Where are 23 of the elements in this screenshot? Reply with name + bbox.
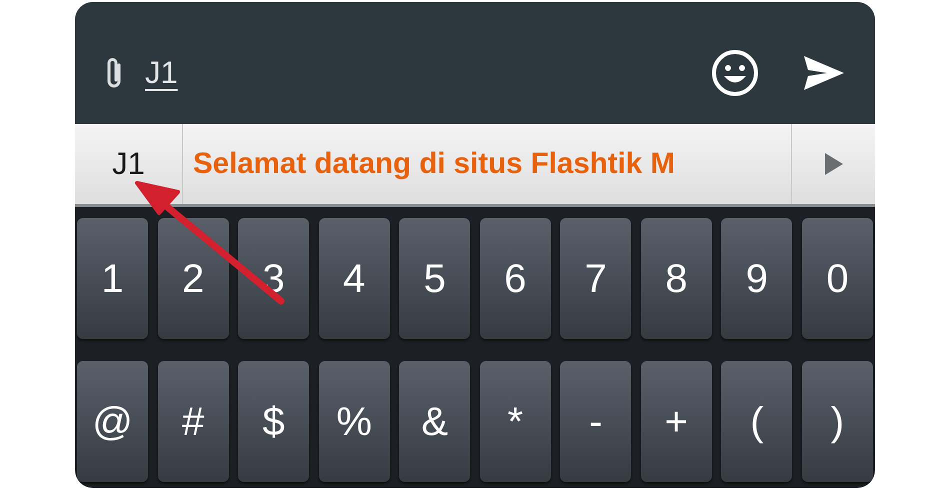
key[interactable]: 8 [640, 218, 712, 339]
key[interactable]: ) [802, 361, 873, 482]
key[interactable]: 4 [318, 218, 390, 339]
smiley-icon[interactable] [711, 49, 759, 97]
message-text[interactable]: J1 [145, 54, 178, 92]
key[interactable]: 1 [77, 218, 148, 339]
key[interactable]: 6 [480, 218, 551, 339]
key[interactable]: 2 [158, 218, 229, 339]
key[interactable]: + [640, 361, 712, 482]
key[interactable]: 7 [560, 218, 632, 339]
key[interactable]: ( [721, 361, 792, 482]
key[interactable]: @ [77, 361, 148, 482]
key[interactable]: 9 [721, 218, 792, 339]
key[interactable]: # [158, 361, 229, 482]
triangle-icon [824, 153, 842, 175]
key[interactable]: % [318, 361, 390, 482]
key[interactable]: $ [238, 361, 310, 482]
key[interactable]: * [480, 361, 551, 482]
send-icon[interactable] [803, 55, 845, 91]
key[interactable]: 0 [802, 218, 873, 339]
key[interactable]: - [560, 361, 632, 482]
key[interactable]: 5 [399, 218, 470, 339]
key[interactable]: & [399, 361, 470, 482]
